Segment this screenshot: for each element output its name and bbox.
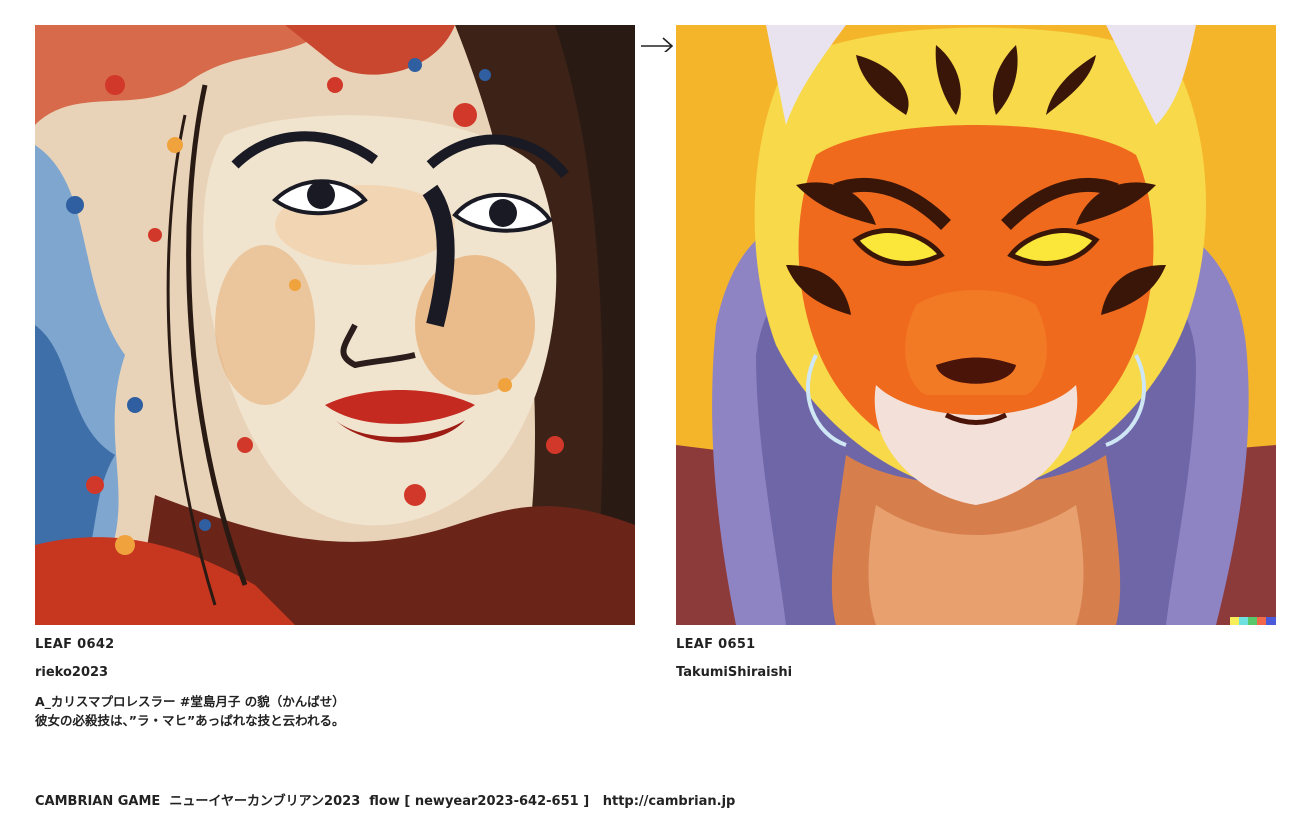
author-name[interactable]: rieko2023 (35, 664, 635, 681)
tiger-painting-image (676, 25, 1276, 625)
leaf-info-0651: LEAF 0651 TakumiShiraishi (676, 636, 1276, 681)
leaf-id: LEAF 0642 (35, 637, 115, 652)
artwork-leaf-0651[interactable] (676, 25, 1276, 625)
site-link[interactable]: http://cambrian.jp (603, 794, 736, 809)
author-name[interactable]: TakumiShiraishi (676, 664, 1276, 681)
caption-line: A_カリスマプロレスラー #堂島月子 の貌（かんばせ） (35, 694, 345, 709)
leaf-id: LEAF 0651 (676, 637, 756, 652)
right-arrow-icon (640, 30, 674, 55)
caption-line: 彼女の必殺技は、”ラ・マヒ”あっぱれな技と云われる。 (35, 713, 345, 728)
leaf-info-0642: LEAF 0642 rieko2023 A_カリスマプロレスラー #堂島月子 の… (35, 636, 635, 730)
portrait-painting-image (35, 25, 635, 625)
artwork-leaf-0642[interactable] (35, 25, 635, 625)
leaf-caption: A_カリスマプロレスラー #堂島月子 の貌（かんばせ） 彼女の必殺技は、”ラ・マ… (35, 692, 635, 730)
footer-text: CAMBRIAN GAME ニューイヤーカンブリアン2023 flow [ ne… (35, 794, 603, 809)
footer: CAMBRIAN GAME ニューイヤーカンブリアン2023 flow [ ne… (35, 793, 735, 811)
